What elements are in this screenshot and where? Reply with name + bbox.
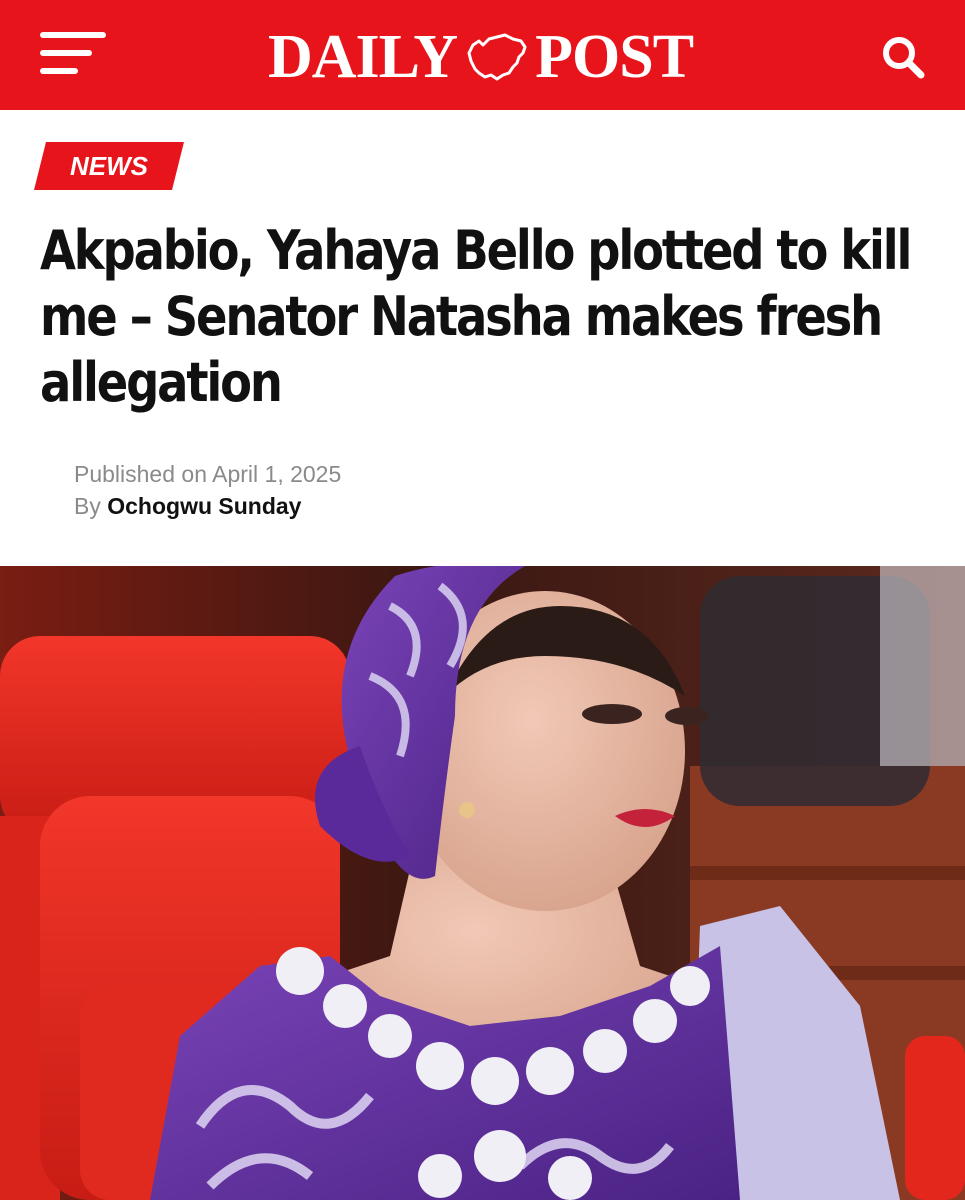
headline-line: Akpabio, Yahaya Bello plotted to kill <box>40 219 912 282</box>
category-badge[interactable]: NEWS <box>34 142 184 190</box>
hamburger-menu-icon[interactable] <box>40 32 108 76</box>
logo-word-daily: DAILY <box>268 23 458 91</box>
byline: By Ochogwu Sunday <box>74 490 341 522</box>
publish-line: Published on April 1, 2025 <box>74 458 341 490</box>
by-prefix: By <box>74 493 101 519</box>
publish-date: April 1, 2025 <box>212 461 342 487</box>
article-hero-image <box>0 566 965 1200</box>
article-meta: Published on April 1, 2025 By Ochogwu Su… <box>74 458 341 522</box>
author-link[interactable]: Ochogwu Sunday <box>107 493 301 519</box>
logo-word-post: POST <box>535 23 694 91</box>
nigeria-map-icon <box>467 33 527 81</box>
menu-line <box>40 32 106 38</box>
earring <box>459 802 475 818</box>
menu-line <box>40 68 78 74</box>
eye <box>665 707 709 725</box>
eye <box>582 704 642 724</box>
search-icon[interactable] <box>880 34 926 80</box>
menu-line <box>40 50 92 56</box>
hero-photo <box>0 566 965 1200</box>
article-headline: Akpabio, Yahaya Bello plotted to kill me… <box>40 218 912 416</box>
category-label: NEWS <box>70 151 148 181</box>
red-seat-right <box>905 1036 965 1200</box>
search-icon-glyph <box>883 37 925 79</box>
background-shirt <box>880 566 965 766</box>
published-prefix: Published on <box>74 461 207 487</box>
site-header: DAILY POST <box>0 0 965 110</box>
wood-panel-line <box>690 866 965 880</box>
site-logo[interactable]: DAILY POST <box>268 23 694 91</box>
headline-line: me – Senator Natasha makes fresh <box>40 285 883 348</box>
headline-line: allegation <box>40 351 283 414</box>
